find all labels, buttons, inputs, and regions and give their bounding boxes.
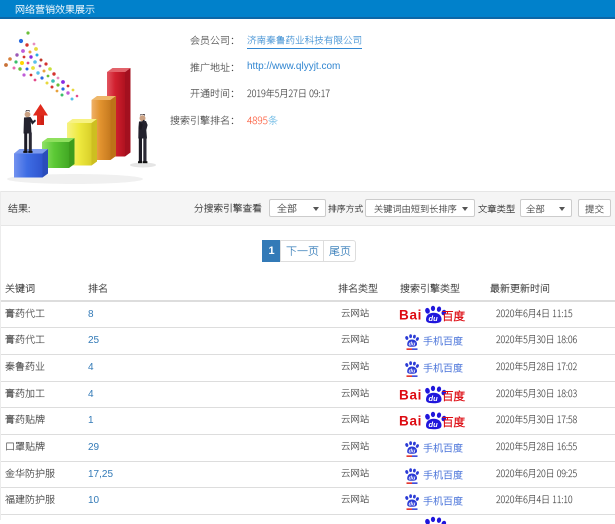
svg-text:du: du <box>409 369 416 375</box>
svg-text:Bai: Bai <box>399 307 422 322</box>
svg-text:du: du <box>409 449 416 455</box>
svg-text:du: du <box>429 394 439 403</box>
svg-text:du: du <box>409 476 416 482</box>
svg-text:du: du <box>409 502 416 508</box>
svg-text:Bai: Bai <box>399 387 422 402</box>
svg-text:du: du <box>429 314 439 323</box>
svg-text:Bai: Bai <box>399 413 422 428</box>
svg-text:du: du <box>429 420 439 429</box>
svg-text:du: du <box>409 342 416 348</box>
